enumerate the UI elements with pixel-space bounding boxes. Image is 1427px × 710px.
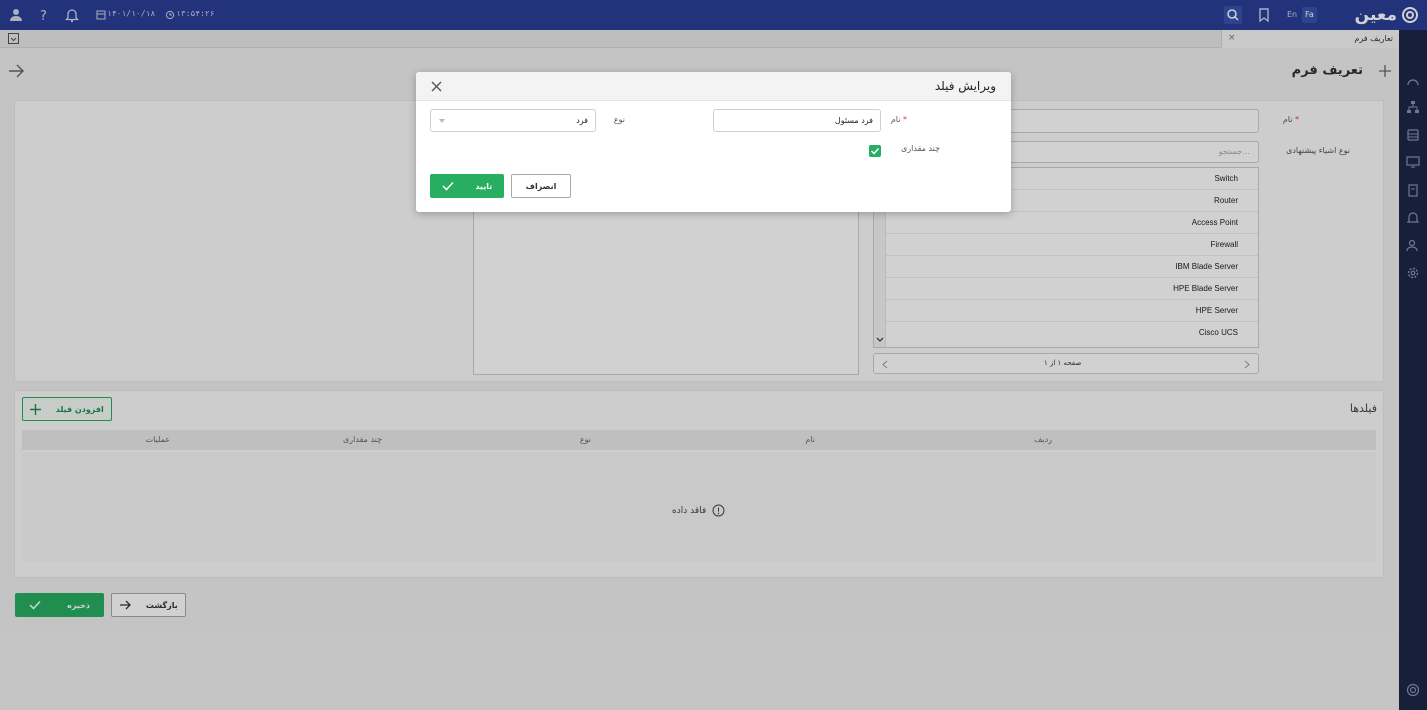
multi-value-checkbox[interactable] [869,145,881,157]
cancel-button[interactable]: انصراف [511,174,571,198]
dialog-title: ویرایش فیلد [934,79,996,93]
dialog-name-label: نام * [890,115,907,124]
dialog-multi-label: چند مقداری [901,144,940,153]
check-icon [870,147,880,155]
chevron-down-icon [439,119,445,123]
dialog-name-value: فرد مسئول [834,116,873,125]
confirm-button[interactable]: تایید [430,174,504,198]
close-icon[interactable] [431,81,442,92]
cancel-label: انصراف [525,181,557,191]
edit-field-dialog: ویرایش فیلد نام * فرد مسئول نوع فرد چند … [416,72,1011,212]
dialog-header: ویرایش فیلد [416,72,1011,101]
dialog-type-select[interactable]: فرد [430,109,596,132]
dialog-name-input[interactable]: فرد مسئول [713,109,881,132]
dialog-type-label: نوع [613,115,625,124]
confirm-label: تایید [475,181,493,191]
check-icon [442,181,454,191]
dialog-type-value: فرد [576,116,588,125]
